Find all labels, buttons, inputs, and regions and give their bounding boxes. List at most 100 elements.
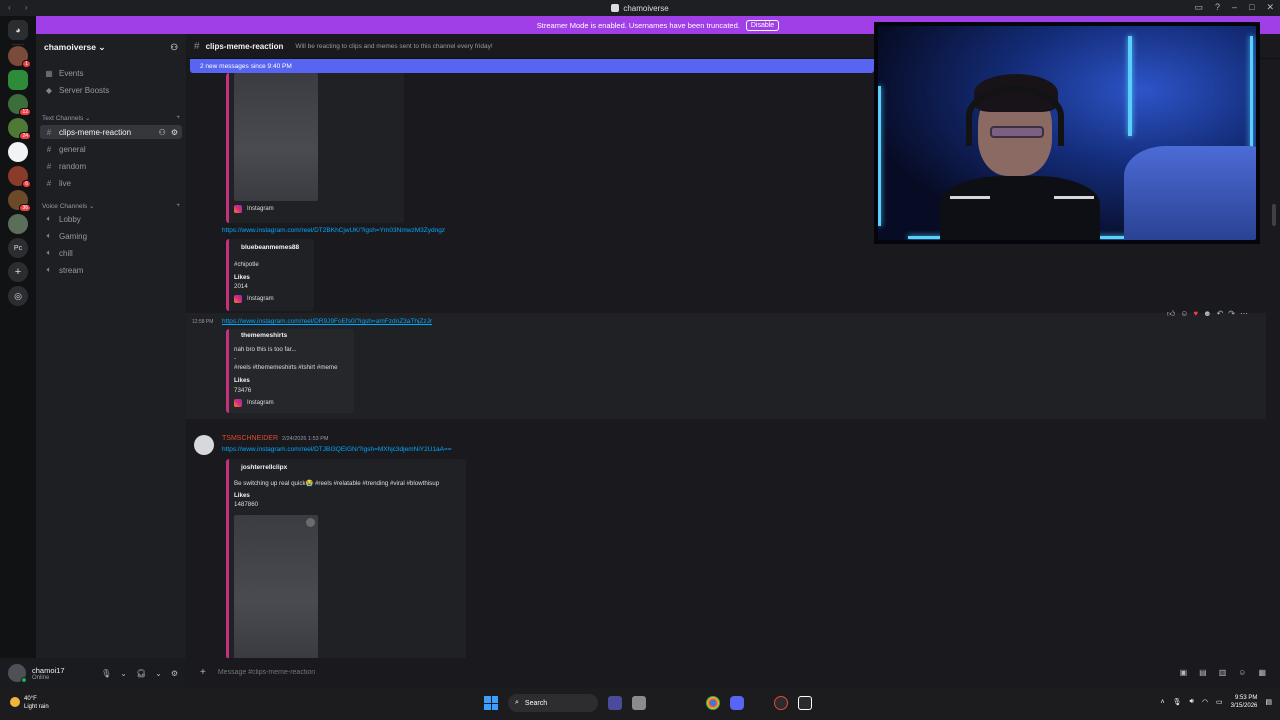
add-reaction-icon[interactable]: ☻ xyxy=(1203,309,1211,319)
emoji-icon[interactable]: ☺ xyxy=(1238,668,1246,677)
battery-icon[interactable]: ▭ xyxy=(1216,698,1223,706)
play-icon[interactable] xyxy=(306,518,315,527)
webcam-overlay xyxy=(874,22,1260,244)
embed-author[interactable]: joshterrellclipx xyxy=(241,464,287,471)
notifications-icon[interactable]: ▤ xyxy=(1265,698,1272,706)
maximize-icon[interactable]: □ xyxy=(1249,2,1254,13)
sidebar-item-stream[interactable]: 🔈︎ stream xyxy=(40,263,182,277)
gift-icon[interactable]: ▣ xyxy=(1180,668,1188,677)
message-link[interactable]: https://www.instagram.com/reel/DT2BKhCjw… xyxy=(222,227,445,234)
message-header: TSMSCHNEIDER 2/24/2026 1:53 PM xyxy=(222,435,329,442)
volume-icon[interactable]: 🔊︎ xyxy=(1190,698,1194,706)
message-input[interactable] xyxy=(217,668,718,676)
chevron-up-icon[interactable]: ˄ xyxy=(1161,699,1165,706)
taskbar-search[interactable]: ⌕ Search xyxy=(508,694,598,712)
window-controls: ▭ ? – □ ✕ xyxy=(1194,2,1274,13)
sidebar-item-clips-meme-reaction[interactable]: # clips-meme-reaction ⚇ ⚙ xyxy=(40,125,182,139)
chrome-icon[interactable] xyxy=(706,696,720,710)
avatar[interactable] xyxy=(8,664,27,683)
sidebar-item-gaming[interactable]: 🔈︎ Gaming xyxy=(40,229,182,243)
reply-icon[interactable]: ↶ xyxy=(1217,309,1224,319)
server-icon[interactable]: Pc xyxy=(8,238,28,258)
sidebar-item-events[interactable]: ▦ Events xyxy=(40,66,182,80)
calendar-icon: ▦ xyxy=(45,68,53,78)
sidebar-item-general[interactable]: # general xyxy=(40,142,182,156)
apps-icon[interactable]: ▦ xyxy=(1258,668,1266,677)
sticker-icon[interactable]: ▥ xyxy=(1219,668,1227,677)
server-icon[interactable]: 6 xyxy=(8,166,31,188)
more-icon[interactable]: ⋯ xyxy=(1240,309,1248,319)
invite-icon[interactable]: ⚇ xyxy=(170,42,178,53)
chevron-down-icon[interactable]: ⌄ xyxy=(155,669,162,678)
weather-temp: 40°F xyxy=(24,696,37,702)
start-icon[interactable] xyxy=(484,696,498,710)
add-channel-icon[interactable]: + xyxy=(176,202,180,210)
category-voice-channels[interactable]: Voice Channels ⌄ + xyxy=(42,202,180,210)
close-icon[interactable]: ✕ xyxy=(1266,2,1274,13)
inbox-icon[interactable]: ▭ xyxy=(1194,2,1203,13)
microphone-icon[interactable]: 🎙︎ xyxy=(1173,698,1182,706)
sidebar-item-live[interactable]: # live xyxy=(40,176,182,190)
server-header[interactable]: chamoiverse ⌄ ⚇ xyxy=(36,34,186,60)
new-messages-bar[interactable]: 2 new messages since 9:40 PM xyxy=(190,59,874,73)
discover-icon[interactable]: ◎ xyxy=(8,286,28,306)
message-row[interactable]: 12:58 PM https://www.instagram.com/reel/… xyxy=(186,309,1266,419)
nav-arrows[interactable]: ‹ › xyxy=(8,3,34,12)
message-author[interactable]: TSMSCHNEIDER xyxy=(222,435,278,442)
gear-icon[interactable]: ⚙ xyxy=(171,669,178,678)
add-channel-icon[interactable]: + xyxy=(176,114,180,122)
neon-light xyxy=(1250,36,1253,156)
scrollbar[interactable] xyxy=(1272,204,1276,226)
server-icon[interactable]: 36 xyxy=(8,190,31,212)
embed-author[interactable]: bluebeanmemes88 xyxy=(241,244,299,251)
minimize-icon[interactable]: – xyxy=(1232,2,1237,13)
message-link[interactable]: https://www.instagram.com/reel/DR9J9FoEf… xyxy=(222,318,432,325)
server-icon[interactable]: 12 xyxy=(8,94,31,116)
search-icon: ⌕ xyxy=(515,699,519,706)
headphones-icon[interactable]: 🎧︎ xyxy=(136,669,146,678)
server-icon[interactable] xyxy=(8,214,28,234)
server-icon[interactable]: 24 xyxy=(8,118,31,140)
wifi-icon[interactable]: ◠ xyxy=(1202,698,1208,706)
server-icon[interactable] xyxy=(8,142,28,162)
heart-icon[interactable]: ♥ xyxy=(1193,309,1198,319)
embed-thumbnail[interactable] xyxy=(234,515,318,658)
chevron-down-icon[interactable]: ⌄ xyxy=(120,669,127,678)
embed-author[interactable]: thememeshirts xyxy=(241,332,287,339)
category-label: Voice Channels xyxy=(42,203,88,210)
windows-taskbar: 40°F Light rain ⌕ Search ˄ 🎙︎ 🔊︎ ◠ ▭ 9:5… xyxy=(0,688,1280,720)
discord-icon[interactable] xyxy=(730,696,744,710)
sidebar-item-label: stream xyxy=(59,265,84,275)
gif-icon[interactable]: ▤ xyxy=(1199,668,1207,677)
forward-icon[interactable]: ↷ xyxy=(1228,309,1235,319)
help-icon[interactable]: ? xyxy=(1215,2,1220,13)
disable-streamer-mode-button[interactable]: Disable xyxy=(745,19,780,31)
sidebar-item-lobby[interactable]: 🔈︎ Lobby xyxy=(40,212,182,226)
microphone-icon[interactable]: 🎙︎ xyxy=(101,669,111,678)
add-server-icon[interactable]: + xyxy=(8,262,28,282)
emoji-icon[interactable]: ☺ xyxy=(1180,309,1188,319)
app-icon[interactable] xyxy=(798,696,812,710)
channel-topic[interactable]: Will be reacting to clips and memes sent… xyxy=(295,43,492,50)
username: chamoi17 xyxy=(32,665,65,675)
embed-thumbnail[interactable] xyxy=(234,73,318,201)
server-badge: 1 xyxy=(22,60,31,68)
sidebar-item-server-boosts[interactable]: ◆ Server Boosts xyxy=(40,83,182,97)
widgets-icon[interactable] xyxy=(608,696,622,710)
weather-widget[interactable]: 40°F Light rain xyxy=(10,695,49,711)
server-icon[interactable]: 1 xyxy=(8,46,31,68)
add-attachment-icon[interactable]: + xyxy=(200,667,206,678)
invite-icon[interactable]: ⚇ xyxy=(159,128,166,137)
app-icon[interactable] xyxy=(774,696,788,710)
server-icon[interactable] xyxy=(8,70,28,90)
file-explorer-icon[interactable] xyxy=(632,696,646,710)
direct-messages-icon[interactable]: ◕ xyxy=(8,20,28,40)
sidebar-item-random[interactable]: # random xyxy=(40,159,182,173)
sidebar-item-chill[interactable]: 🔈︎ chill xyxy=(40,246,182,260)
message-link[interactable]: https://www.instagram.com/reel/DTJBI3QEI… xyxy=(222,446,452,453)
clock[interactable]: 9:53 PM 3/15/2026 xyxy=(1231,694,1258,710)
thumbs-up-icon[interactable]: 👍︎ xyxy=(1167,309,1175,319)
category-text-channels[interactable]: Text Channels ⌄ + xyxy=(42,114,180,122)
avatar[interactable] xyxy=(194,435,214,455)
gear-icon[interactable]: ⚙ xyxy=(171,128,178,137)
